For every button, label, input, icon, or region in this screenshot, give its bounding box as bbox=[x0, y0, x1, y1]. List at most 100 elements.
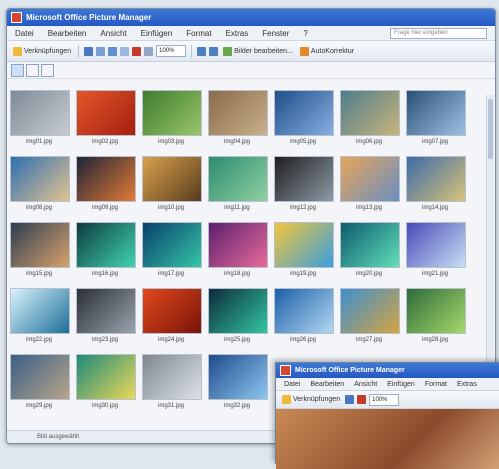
thumbnail-item[interactable]: img31.jpg bbox=[142, 354, 202, 409]
thumbnail-image[interactable] bbox=[76, 156, 136, 202]
thumbnail-image[interactable] bbox=[10, 90, 70, 136]
thumbnail-item[interactable]: img30.jpg bbox=[76, 354, 136, 409]
thumbnail-item[interactable]: img29.jpg bbox=[10, 354, 70, 409]
thumbnail-image[interactable] bbox=[10, 156, 70, 202]
single-view-icon[interactable] bbox=[41, 63, 54, 77]
thumbnail-item[interactable]: img08.jpg bbox=[10, 156, 70, 211]
rotate-left-icon[interactable] bbox=[197, 46, 207, 56]
menu-file[interactable]: Datei bbox=[15, 29, 34, 38]
thumbnail-view-icon[interactable] bbox=[11, 63, 24, 77]
thumbnail-image[interactable] bbox=[406, 288, 466, 334]
thumbnail-image[interactable] bbox=[142, 90, 202, 136]
thumbnail-image[interactable] bbox=[274, 90, 334, 136]
second-menu-tools[interactable]: Extras bbox=[457, 381, 477, 388]
thumbnail-item[interactable]: img23.jpg bbox=[76, 288, 136, 343]
email-icon[interactable] bbox=[108, 46, 118, 56]
title-bar[interactable]: Microsoft Office Picture Manager bbox=[7, 9, 495, 26]
thumbnail-item[interactable]: img27.jpg bbox=[340, 288, 400, 343]
thumbnail-image[interactable] bbox=[340, 288, 400, 334]
thumbnail-image[interactable] bbox=[208, 90, 268, 136]
thumbnail-image[interactable] bbox=[406, 90, 466, 136]
menu-window[interactable]: Fenster bbox=[262, 29, 289, 38]
thumbnail-image[interactable] bbox=[274, 222, 334, 268]
second-menu-file[interactable]: Datei bbox=[284, 381, 300, 388]
thumbnail-item[interactable]: img19.jpg bbox=[274, 222, 334, 277]
thumbnail-item[interactable]: img15.jpg bbox=[10, 222, 70, 277]
thumbnail-item[interactable]: img05.jpg bbox=[274, 90, 334, 145]
thumbnail-item[interactable]: img01.jpg bbox=[10, 90, 70, 145]
thumbnail-item[interactable]: img07.jpg bbox=[406, 90, 466, 145]
edit-pictures-button[interactable]: Bilder bearbeiten... bbox=[221, 46, 295, 57]
thumbnail-item[interactable]: img03.jpg bbox=[142, 90, 202, 145]
save-icon[interactable] bbox=[345, 395, 355, 404]
thumbnail-item[interactable]: img25.jpg bbox=[208, 288, 268, 343]
delete-icon[interactable] bbox=[357, 395, 367, 404]
thumbnail-image[interactable] bbox=[340, 222, 400, 268]
thumbnail-image[interactable] bbox=[10, 354, 70, 400]
thumbnail-image[interactable] bbox=[76, 354, 136, 400]
thumbnail-image[interactable] bbox=[208, 222, 268, 268]
second-menu-edit[interactable]: Bearbeiten bbox=[310, 381, 344, 388]
thumbnail-image[interactable] bbox=[274, 156, 334, 202]
thumbnail-item[interactable]: img26.jpg bbox=[274, 288, 334, 343]
menu-help[interactable]: ? bbox=[303, 29, 307, 38]
thumbnail-item[interactable]: img17.jpg bbox=[142, 222, 202, 277]
shortcuts-button[interactable]: Verknüpfungen bbox=[11, 46, 73, 57]
thumbnail-image[interactable] bbox=[76, 288, 136, 334]
thumbnail-item[interactable]: img12.jpg bbox=[274, 156, 334, 211]
autocorrect-button[interactable]: AutoKorrektur bbox=[298, 46, 356, 57]
copy-icon[interactable] bbox=[120, 46, 130, 56]
thumbnail-image[interactable] bbox=[406, 156, 466, 202]
menu-format[interactable]: Format bbox=[186, 29, 211, 38]
second-menu-format[interactable]: Format bbox=[425, 381, 447, 388]
second-menu-insert[interactable]: Einfügen bbox=[387, 381, 415, 388]
thumbnail-item[interactable]: img24.jpg bbox=[142, 288, 202, 343]
thumbnail-image[interactable] bbox=[142, 222, 202, 268]
menu-tools[interactable]: Extras bbox=[226, 29, 249, 38]
second-title-bar[interactable]: Microsoft Office Picture Manager bbox=[276, 363, 499, 378]
thumbnail-item[interactable]: img04.jpg bbox=[208, 90, 268, 145]
thumbnail-image[interactable] bbox=[340, 90, 400, 136]
thumbnail-item[interactable]: img32.jpg bbox=[208, 354, 268, 409]
thumbnail-image[interactable] bbox=[10, 222, 70, 268]
filmstrip-view-icon[interactable] bbox=[26, 63, 39, 77]
thumbnail-item[interactable]: img22.jpg bbox=[10, 288, 70, 343]
thumbnail-item[interactable]: img06.jpg bbox=[340, 90, 400, 145]
thumbnail-image[interactable] bbox=[208, 156, 268, 202]
thumbnail-image[interactable] bbox=[76, 90, 136, 136]
save-icon[interactable] bbox=[84, 46, 94, 56]
thumbnail-item[interactable]: img10.jpg bbox=[142, 156, 202, 211]
delete-icon[interactable] bbox=[132, 46, 142, 56]
second-zoom-select[interactable]: 100% bbox=[369, 393, 400, 406]
thumbnail-item[interactable]: img09.jpg bbox=[76, 156, 136, 211]
menu-insert[interactable]: Einfügen bbox=[141, 29, 173, 38]
thumbnail-image[interactable] bbox=[406, 222, 466, 268]
thumbnail-image[interactable] bbox=[142, 354, 202, 400]
second-menu-view[interactable]: Ansicht bbox=[354, 381, 377, 388]
thumbnail-item[interactable]: img13.jpg bbox=[340, 156, 400, 211]
thumbnail-item[interactable]: img16.jpg bbox=[76, 222, 136, 277]
menu-view[interactable]: Ansicht bbox=[100, 29, 126, 38]
zoom-select[interactable]: 100% bbox=[156, 45, 187, 57]
thumbnail-item[interactable]: img11.jpg bbox=[208, 156, 268, 211]
second-shortcuts-button[interactable]: Verknüpfungen bbox=[280, 394, 342, 405]
thumbnail-image[interactable] bbox=[142, 156, 202, 202]
thumbnail-image[interactable] bbox=[208, 288, 268, 334]
thumbnail-item[interactable]: img14.jpg bbox=[406, 156, 466, 211]
menu-edit[interactable]: Bearbeiten bbox=[48, 29, 87, 38]
thumbnail-image[interactable] bbox=[142, 288, 202, 334]
thumbnail-item[interactable]: img20.jpg bbox=[340, 222, 400, 277]
thumbnail-image[interactable] bbox=[274, 288, 334, 334]
thumbnail-image[interactable] bbox=[10, 288, 70, 334]
thumbnail-item[interactable]: img02.jpg bbox=[76, 90, 136, 145]
help-search-input[interactable]: Frage hier eingeben bbox=[390, 28, 487, 39]
thumbnail-image[interactable] bbox=[208, 354, 268, 400]
scrollbar-thumb[interactable] bbox=[488, 99, 493, 159]
thumbnail-image[interactable] bbox=[76, 222, 136, 268]
thumbnail-image[interactable] bbox=[340, 156, 400, 202]
thumbnail-item[interactable]: img21.jpg bbox=[406, 222, 466, 277]
rotate-right-icon[interactable] bbox=[209, 46, 219, 56]
thumbnail-item[interactable]: img18.jpg bbox=[208, 222, 268, 277]
undo-icon[interactable] bbox=[144, 46, 154, 56]
export-icon[interactable] bbox=[96, 46, 106, 56]
